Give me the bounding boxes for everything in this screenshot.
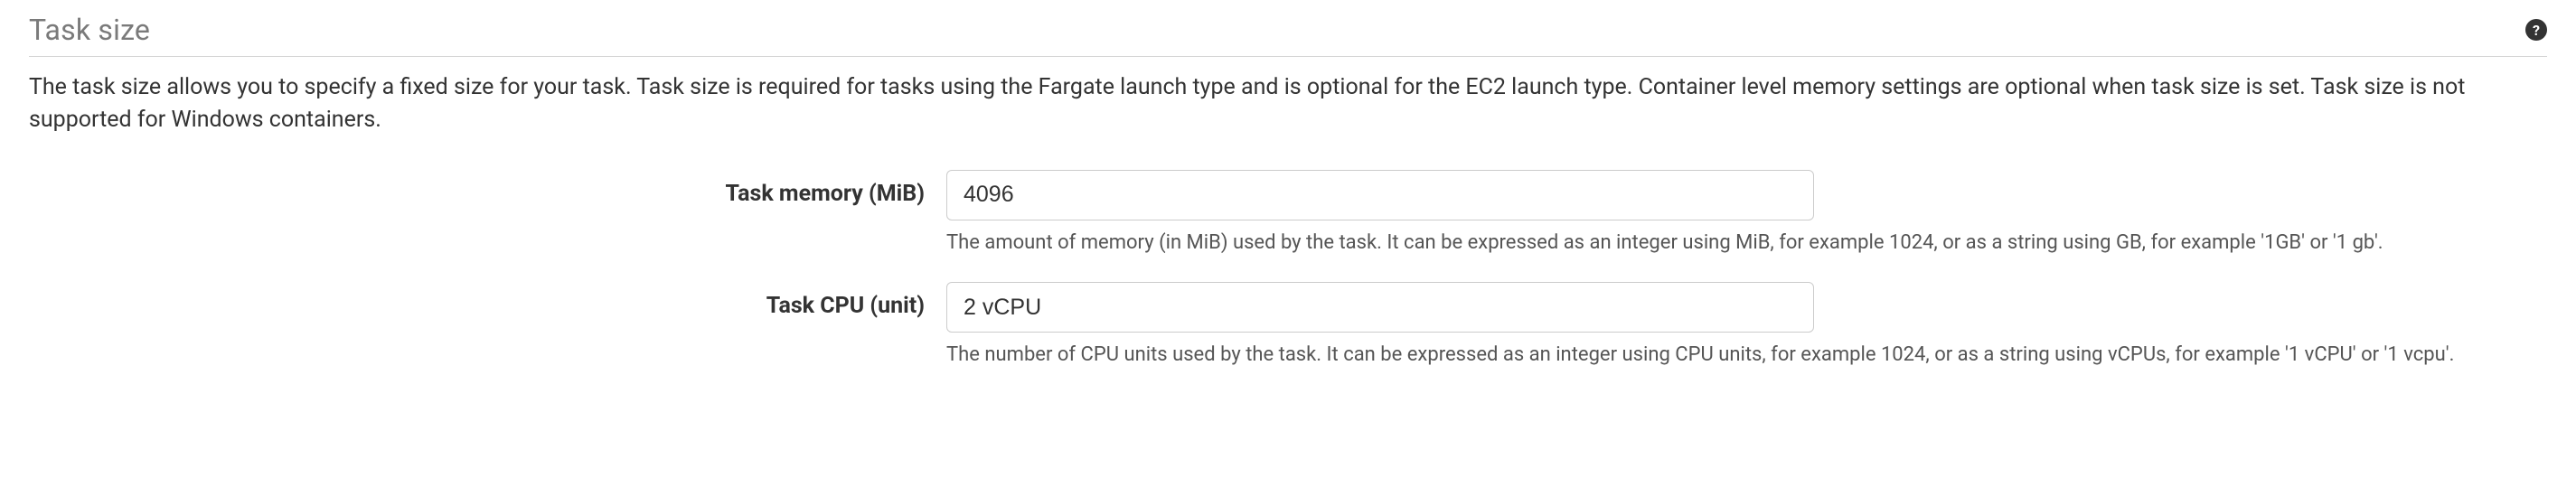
task-memory-label: Task memory (MiB) <box>29 170 946 207</box>
task-cpu-help: The number of CPU units used by the task… <box>946 342 2547 370</box>
task-memory-input[interactable] <box>946 170 1814 220</box>
section-title: Task size <box>29 13 150 47</box>
task-memory-row: Task memory (MiB) The amount of memory (… <box>29 170 2547 258</box>
section-description: The task size allows you to specify a fi… <box>29 71 2547 137</box>
task-cpu-label: Task CPU (unit) <box>29 282 946 319</box>
section-header: Task size ? <box>29 13 2547 57</box>
task-memory-field-wrap: The amount of memory (in MiB) used by th… <box>946 170 2547 258</box>
help-icon[interactable]: ? <box>2525 19 2547 41</box>
help-icon-glyph: ? <box>2533 22 2540 39</box>
task-cpu-input[interactable] <box>946 282 1814 333</box>
task-memory-help: The amount of memory (in MiB) used by th… <box>946 230 2547 258</box>
task-cpu-row: Task CPU (unit) The number of CPU units … <box>29 282 2547 370</box>
task-cpu-field-wrap: The number of CPU units used by the task… <box>946 282 2547 370</box>
